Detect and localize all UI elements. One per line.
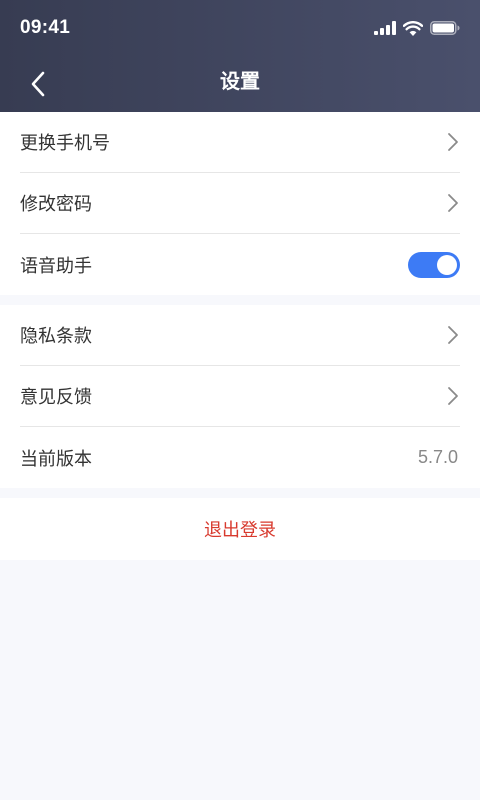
chevron-right-icon	[448, 133, 458, 151]
voice-assistant-toggle[interactable]	[408, 251, 460, 278]
chevron-left-icon	[31, 71, 45, 97]
wifi-icon	[403, 20, 423, 36]
back-button[interactable]	[18, 64, 58, 104]
chevron-right-icon	[448, 387, 458, 405]
nav-bar: 设置	[0, 56, 480, 112]
voice-assistant-row: 语音助手	[20, 234, 460, 295]
change-password-row[interactable]: 修改密码	[20, 173, 460, 234]
change-password-label: 修改密码	[20, 194, 92, 215]
chevron-right-icon	[448, 194, 458, 212]
page-title: 设置	[220, 68, 260, 93]
feedback-row[interactable]: 意见反馈	[20, 366, 460, 427]
settings-group-account: 更换手机号 修改密码 语音助手	[0, 112, 480, 295]
settings-group-about: 隐私条款 意见反馈 当前版本 5.7.0	[0, 305, 480, 488]
change-phone-label: 更换手机号	[20, 133, 110, 154]
version-label: 当前版本	[20, 448, 92, 470]
logout-button[interactable]: 退出登录	[0, 498, 480, 560]
privacy-terms-row[interactable]: 隐私条款	[20, 305, 460, 366]
cellular-signal-icon	[374, 21, 396, 35]
chevron-right-icon	[448, 326, 458, 344]
toggle-knob	[437, 254, 457, 275]
status-bar: 09:41	[0, 0, 480, 56]
status-time: 09:41	[20, 17, 71, 38]
voice-assistant-label: 语音助手	[20, 255, 92, 277]
version-value: 5.7.0	[417, 447, 458, 467]
change-phone-row[interactable]: 更换手机号	[20, 112, 460, 173]
version-row: 当前版本 5.7.0	[20, 427, 460, 488]
feedback-label: 意见反馈	[20, 387, 92, 408]
privacy-terms-label: 隐私条款	[20, 326, 92, 347]
header: 09:41 设置	[0, 0, 480, 112]
logout-label: 退出登录	[204, 520, 276, 541]
battery-icon	[430, 21, 460, 35]
status-icons	[374, 20, 460, 36]
